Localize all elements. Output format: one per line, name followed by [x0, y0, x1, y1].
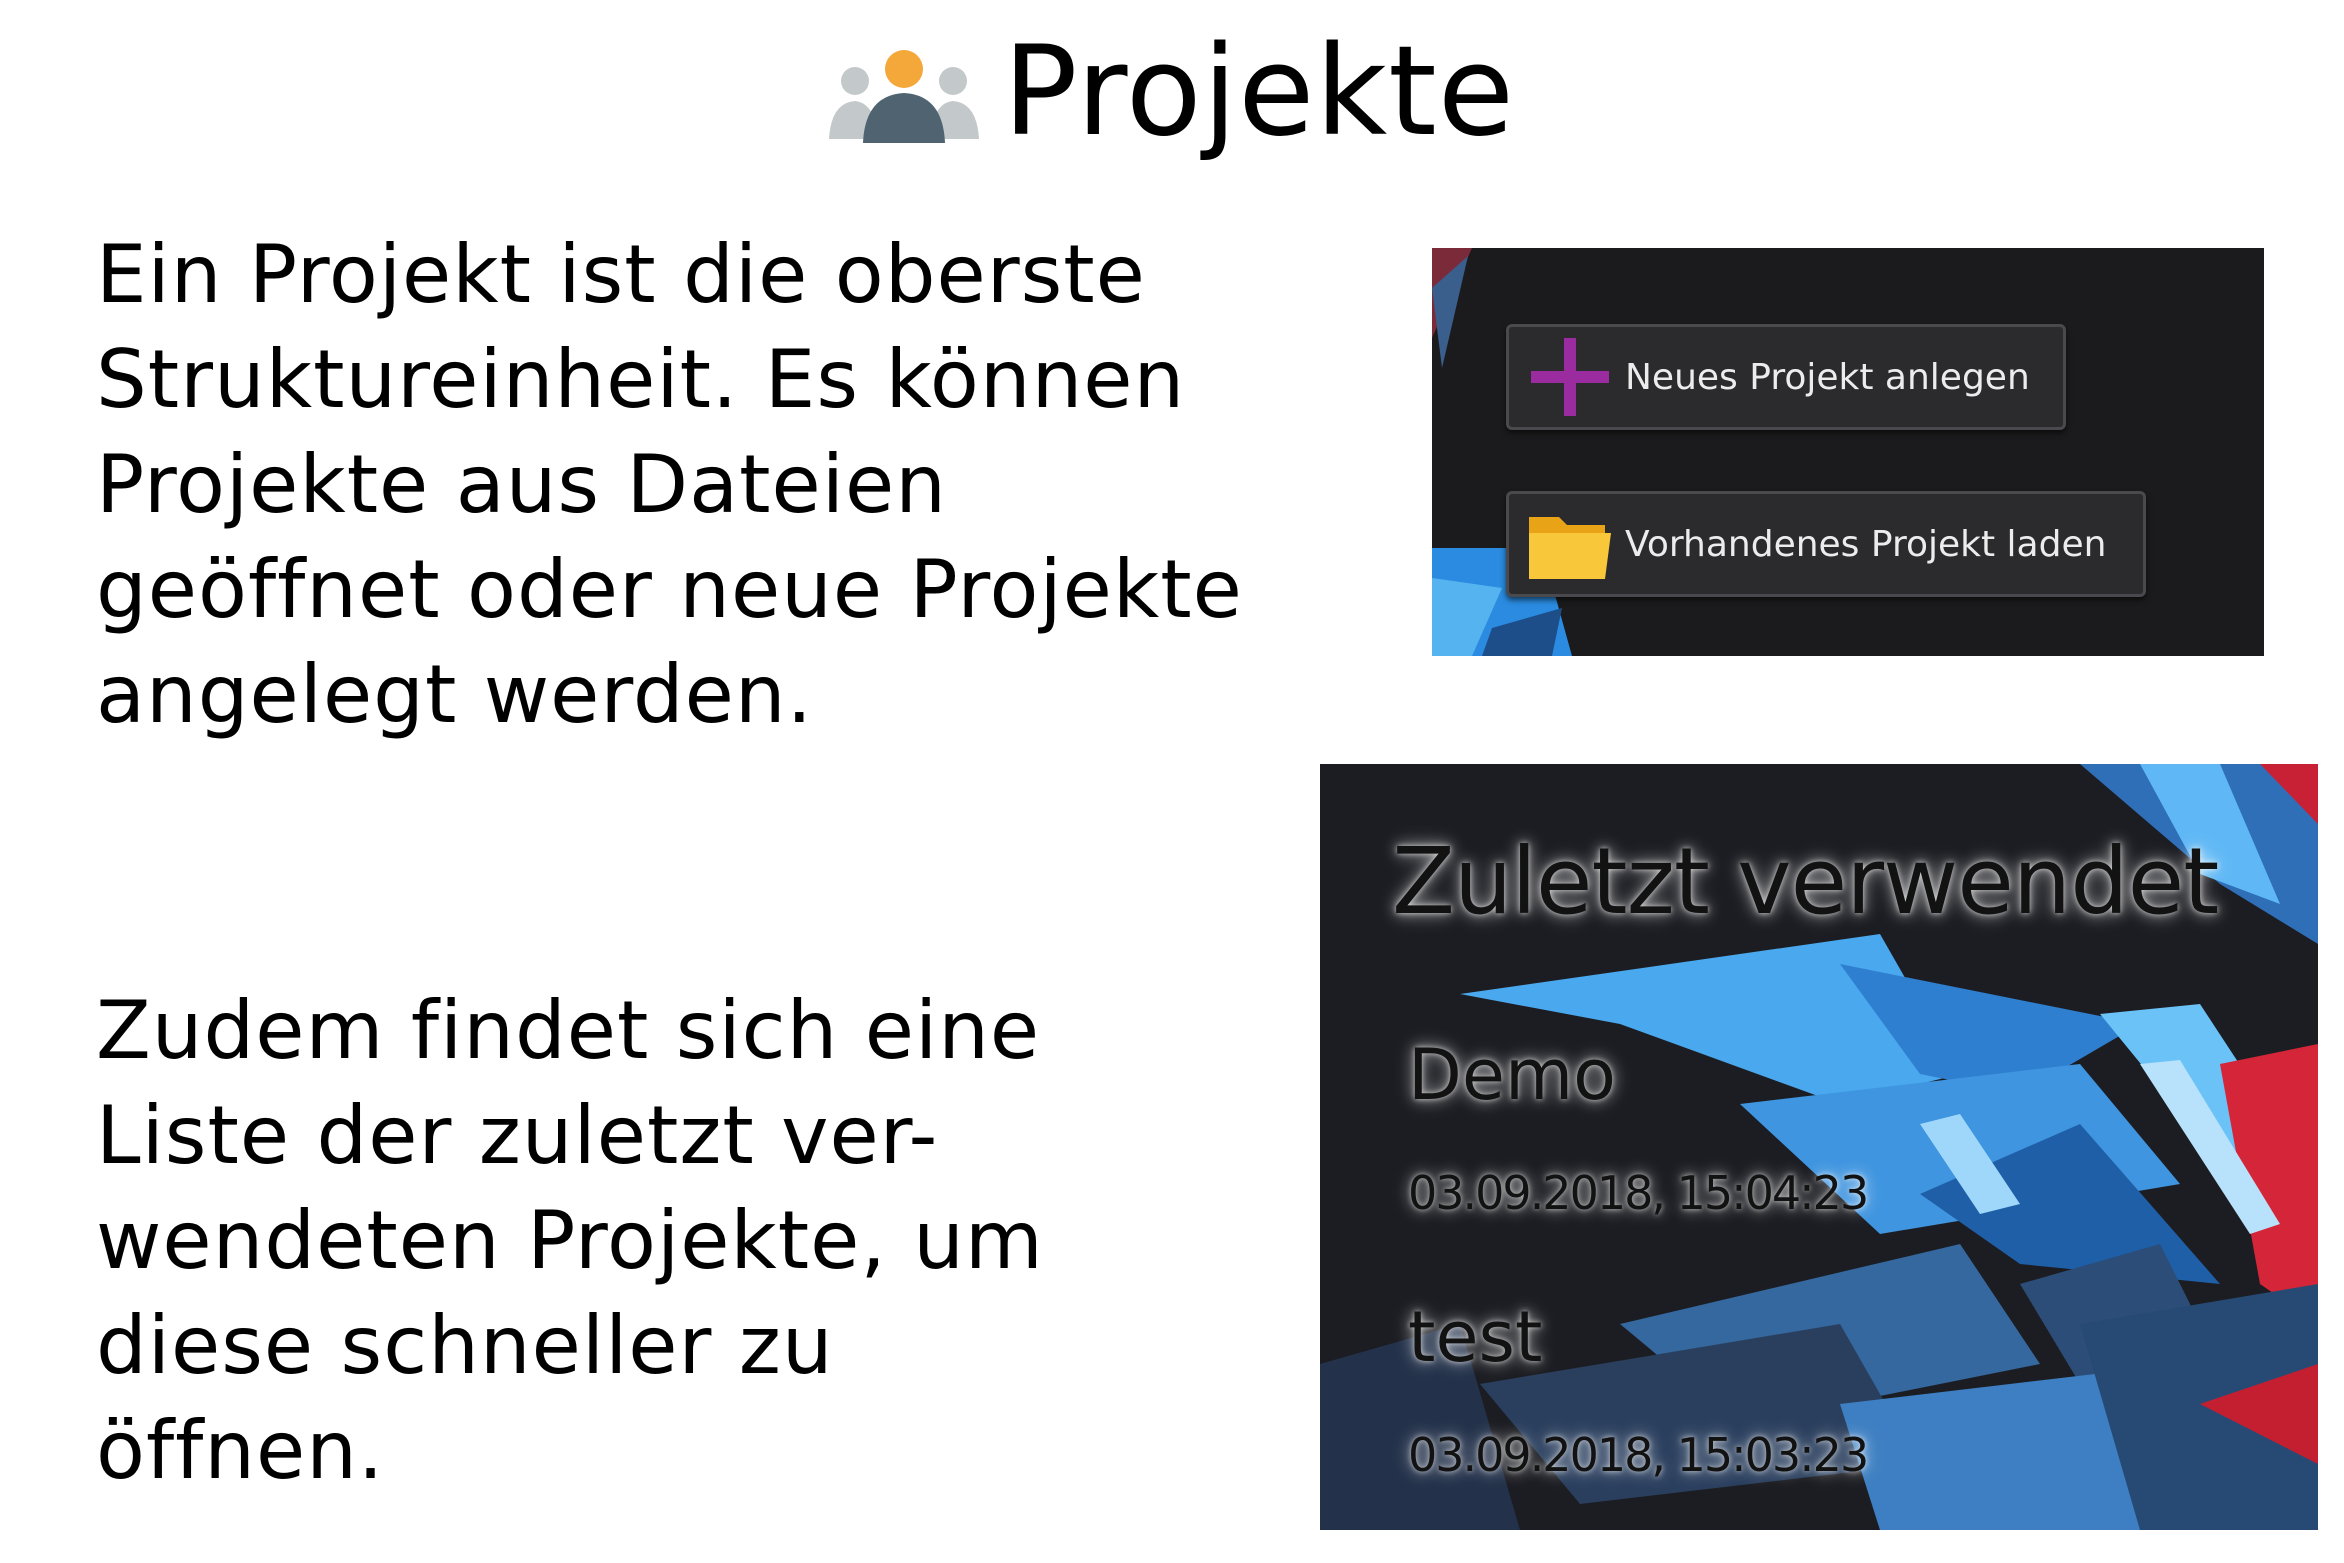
recent-line: Liste der zuletzt ver- — [96, 1089, 939, 1182]
users-group-icon — [828, 50, 979, 143]
plus-icon — [1531, 338, 1609, 416]
new-project-label: Neues Projekt anlegen — [1625, 356, 2030, 398]
new-project-button[interactable]: Neues Projekt anlegen — [1506, 324, 2066, 430]
load-project-label: Vorhandenes Projekt laden — [1625, 523, 2107, 565]
intro-line: Projekte aus Dateien — [96, 438, 947, 531]
recent-line: Zudem findet sich eine — [96, 984, 1041, 1077]
title-row: Projekte — [0, 22, 2344, 162]
recent-heading: Zuletzt verwendet — [1392, 828, 2219, 935]
intro-line: geöffnet oder neue Projekte — [96, 543, 1243, 636]
folder-icon — [1529, 517, 1611, 579]
recent-line: wendeten Projekte, um — [96, 1194, 1044, 1287]
recent-line: öffnen. — [96, 1404, 385, 1497]
recent-item-date: 03.09.2018, 15:04:23 — [1408, 1166, 1869, 1220]
recent-item-date: 03.09.2018, 15:03:23 — [1408, 1428, 1869, 1482]
intro-line: Struktureinheit. Es können — [96, 333, 1186, 426]
recent-item-name[interactable]: test — [1408, 1296, 1542, 1378]
intro-line: Ein Projekt ist die oberste — [96, 228, 1146, 321]
intro-line: angelegt werden. — [96, 648, 814, 741]
start-buttons-screenshot: Neues Projekt anlegen Vorhandenes Projek… — [1432, 248, 2264, 656]
recent-paragraph: Zudem findet sich eine Liste der zuletzt… — [96, 978, 1044, 1503]
recent-line: diese schneller zu — [96, 1299, 834, 1392]
recent-projects-screenshot: Zuletzt verwendet Demo 03.09.2018, 15:04… — [1320, 764, 2318, 1530]
load-project-button[interactable]: Vorhandenes Projekt laden — [1506, 491, 2146, 597]
intro-paragraph: Ein Projekt ist die oberste Struktureinh… — [96, 222, 1243, 747]
recent-item-name[interactable]: Demo — [1408, 1034, 1616, 1116]
page-title: Projekte — [1002, 20, 1516, 164]
